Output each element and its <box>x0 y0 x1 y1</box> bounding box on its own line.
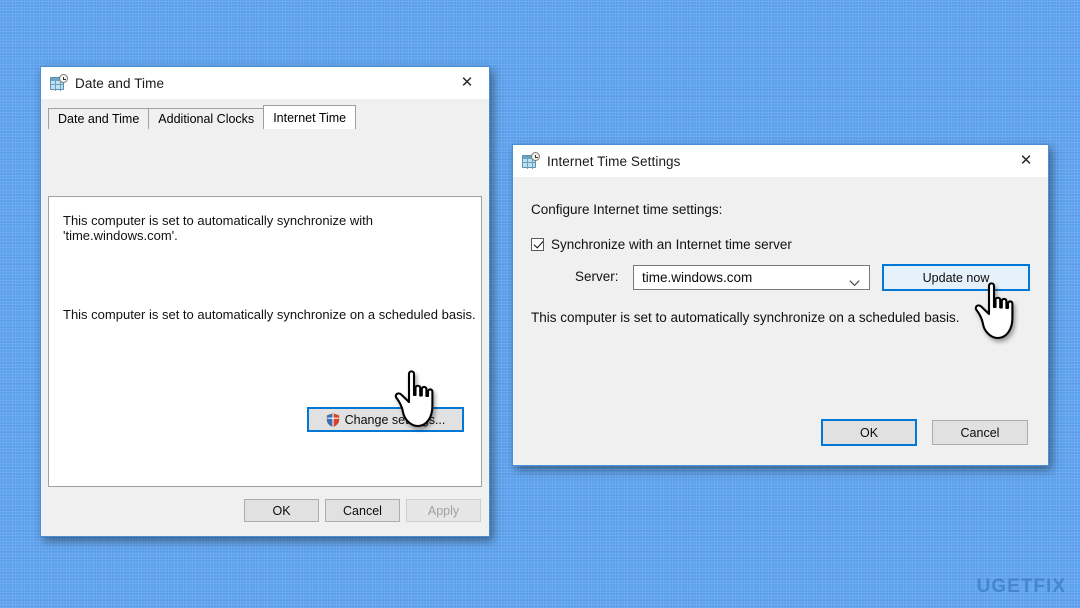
window-title: Date and Time <box>75 75 165 91</box>
tab-strip: Date and Time Additional Clocks Internet… <box>41 105 489 129</box>
sync-checkbox[interactable] <box>531 238 544 251</box>
change-settings-button[interactable]: Change settings... <box>307 407 464 432</box>
watermark: UGETFIX <box>976 576 1066 597</box>
date-time-icon <box>522 152 540 169</box>
tab-internet-time[interactable]: Internet Time <box>263 105 357 129</box>
internet-time-tab-panel: This computer is set to automatically sy… <box>48 196 482 487</box>
tab-additional-clocks[interactable]: Additional Clocks <box>148 108 265 129</box>
server-combobox[interactable]: time.windows.com <box>633 265 870 290</box>
change-settings-label: Change settings... <box>344 412 446 427</box>
close-icon[interactable]: ✕ <box>1004 145 1048 176</box>
date-time-icon <box>50 74 68 91</box>
ok-button[interactable]: OK <box>821 419 917 446</box>
server-label: Server: <box>575 269 619 284</box>
sync-server-text: This computer is set to automatically sy… <box>63 213 373 243</box>
apply-button: Apply <box>406 499 481 522</box>
configure-heading: Configure Internet time settings: <box>531 202 723 217</box>
uac-shield-icon <box>326 412 340 427</box>
server-combobox-value: time.windows.com <box>642 270 753 285</box>
sync-schedule-text: This computer is set to automatically sy… <box>63 307 476 322</box>
internet-time-settings-window[interactable]: Internet Time Settings ✕ Configure Inter… <box>512 144 1049 466</box>
internet-time-titlebar[interactable]: Internet Time Settings ✕ <box>513 145 1048 177</box>
close-icon[interactable]: ✕ <box>445 67 489 98</box>
sync-checkbox-label: Synchronize with an Internet time server <box>551 237 792 252</box>
sync-status-text: This computer is set to automatically sy… <box>531 310 960 325</box>
date-and-time-window[interactable]: Date and Time ✕ Date and Time Additional… <box>40 66 490 537</box>
ok-button[interactable]: OK <box>244 499 319 522</box>
internet-time-body: Configure Internet time settings: Synchr… <box>513 177 1048 465</box>
dialog-footer: OK Cancel Apply <box>41 488 489 536</box>
tab-date-and-time[interactable]: Date and Time <box>48 108 150 129</box>
update-now-button[interactable]: Update now <box>882 264 1030 291</box>
cancel-button[interactable]: Cancel <box>325 499 400 522</box>
chevron-down-icon[interactable] <box>849 273 860 286</box>
sync-checkbox-row[interactable]: Synchronize with an Internet time server <box>531 237 792 252</box>
window-title: Internet Time Settings <box>547 153 681 169</box>
date-and-time-titlebar[interactable]: Date and Time ✕ <box>41 67 489 99</box>
cancel-button[interactable]: Cancel <box>932 420 1028 445</box>
